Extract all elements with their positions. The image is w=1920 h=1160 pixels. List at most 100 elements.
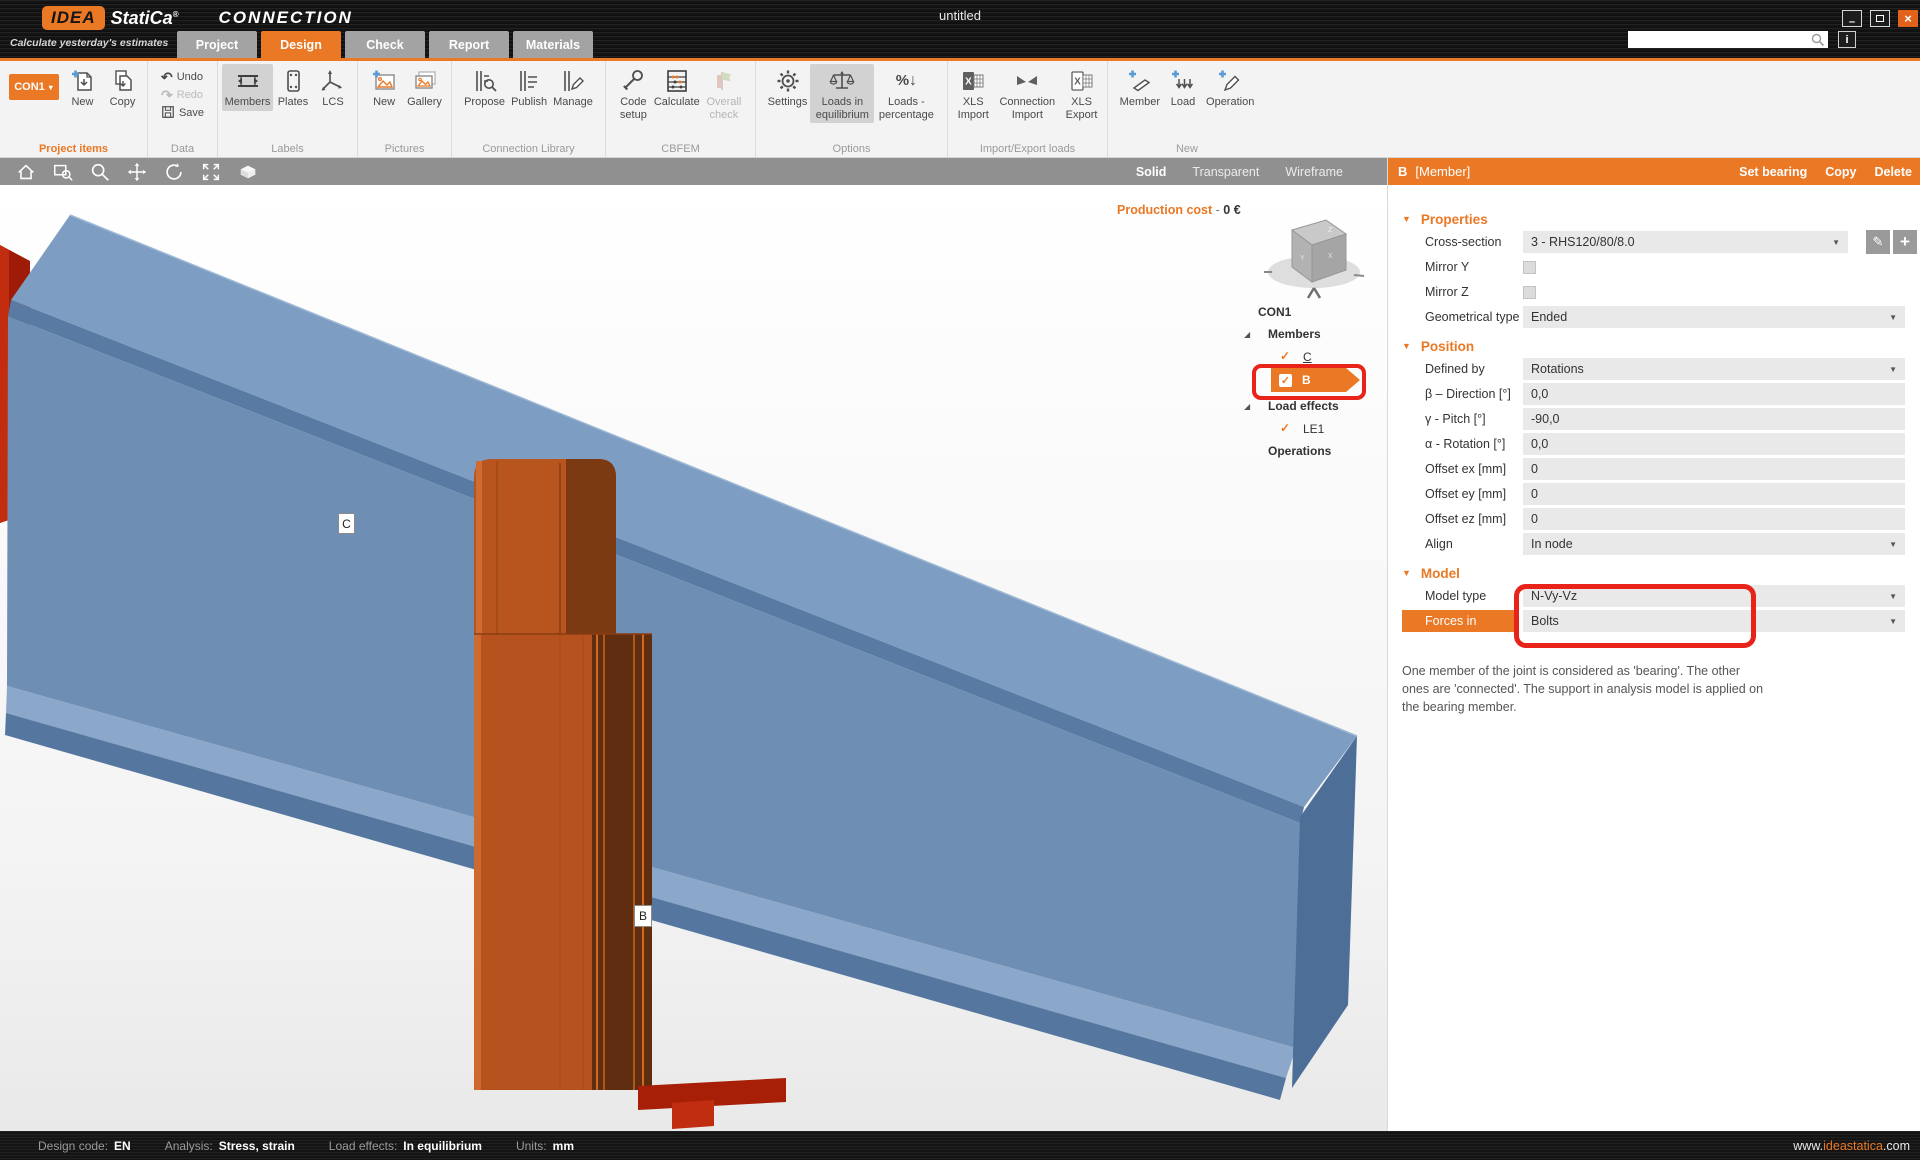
ribbon-group-labels: Members Plates LCS Labels <box>218 61 358 157</box>
home-view-icon[interactable] <box>14 161 38 183</box>
website-link[interactable]: www.ideastatica.com <box>1793 1139 1910 1153</box>
gallery-button[interactable]: Gallery <box>404 64 445 111</box>
solid-box-icon[interactable] <box>236 161 260 183</box>
cross-section-label: Cross-section <box>1425 235 1523 249</box>
cross-section-dropdown[interactable]: 3 - RHS120/80/8.0 ▼ <box>1523 231 1848 253</box>
tab-report[interactable]: Report <box>429 31 509 58</box>
loads-in-equilibrium-button[interactable]: Loads in equilibrium <box>810 64 874 123</box>
copy-project-item-button[interactable]: Copy <box>103 64 143 111</box>
tagline: Calculate yesterday's estimates <box>10 37 168 49</box>
scene-label-b[interactable]: B <box>634 905 652 927</box>
undo-button[interactable]: ↶ Undo <box>161 69 204 85</box>
plate-base[interactable] <box>638 1078 786 1129</box>
save-button[interactable]: Save <box>161 105 204 121</box>
tree-root-con1[interactable]: CON1 <box>1258 305 1291 319</box>
con1-dropdown[interactable]: CON1▾ <box>9 74 59 100</box>
publish-button[interactable]: Publish <box>508 64 550 111</box>
copy-member-button[interactable]: Copy <box>1825 165 1856 179</box>
checkbox-member-b[interactable]: ✓ <box>1279 374 1292 387</box>
beam-member-c[interactable] <box>5 215 1357 1100</box>
xls-export-button[interactable]: X XLS Export <box>1060 64 1103 123</box>
settings-button[interactable]: Settings <box>765 64 811 111</box>
new-picture-button[interactable]: New <box>364 64 404 111</box>
tab-project[interactable]: Project <box>177 31 257 58</box>
model-type-dropdown[interactable]: N-Vy-Vz ▼ <box>1523 585 1905 607</box>
edit-cross-section-button[interactable]: ✎ <box>1866 230 1890 254</box>
tree-member-c[interactable]: C <box>1303 350 1312 364</box>
section-model[interactable]: ▼ Model <box>1388 563 1920 583</box>
checkbox-member-c[interactable]: ✓ <box>1280 349 1290 363</box>
lcs-labels-button[interactable]: LCS <box>313 64 353 111</box>
propose-icon <box>470 66 500 96</box>
offset-ex-input[interactable]: 0 <box>1523 458 1905 480</box>
connection-import-button[interactable]: Connection Import <box>995 64 1061 123</box>
offset-ey-input[interactable]: 0 <box>1523 483 1905 505</box>
new-project-item-button[interactable]: New <box>63 64 103 111</box>
new-operation-button[interactable]: Operation <box>1203 64 1257 111</box>
zoom-fit-icon[interactable] <box>199 161 223 183</box>
redo-button[interactable]: ↷ Redo <box>161 87 204 103</box>
offset-ez-input[interactable]: 0 <box>1523 508 1905 530</box>
new-load-button[interactable]: Load <box>1163 64 1203 111</box>
forces-in-dropdown[interactable]: Bolts ▼ <box>1523 610 1905 632</box>
pan-icon[interactable] <box>125 161 149 183</box>
beta-direction-input[interactable]: 0,0 <box>1523 383 1905 405</box>
mirror-y-checkbox[interactable] <box>1523 261 1536 274</box>
pencil-icon: ✎ <box>1873 234 1884 250</box>
view-mode-transparent[interactable]: Transparent <box>1192 165 1259 179</box>
minimize-button[interactable]: – <box>1842 10 1862 27</box>
xls-import-button[interactable]: X XLS Import <box>952 64 995 123</box>
maximize-button[interactable] <box>1870 10 1890 27</box>
plates-labels-button[interactable]: Plates <box>273 64 313 111</box>
scene-label-c[interactable]: C <box>338 513 355 534</box>
tree-expand-load-effects-icon[interactable]: ◢ <box>1244 402 1250 411</box>
tree-le1[interactable]: LE1 <box>1303 422 1324 436</box>
zoom-icon[interactable] <box>88 161 112 183</box>
zoom-window-icon[interactable] <box>51 161 75 183</box>
model-type-label: Model type <box>1425 589 1523 603</box>
alpha-rotation-input[interactable]: 0,0 <box>1523 433 1905 455</box>
section-properties[interactable]: ▼ Properties <box>1388 209 1920 229</box>
view-cube[interactable]: Z Y X <box>1262 210 1366 302</box>
view-mode-wireframe[interactable]: Wireframe <box>1285 165 1343 179</box>
section-position[interactable]: ▼ Position <box>1388 336 1920 356</box>
loads-percentage-button[interactable]: %↓ Loads - percentage <box>874 64 938 123</box>
mirror-y-row: Mirror Y <box>1388 256 1920 278</box>
set-bearing-button[interactable]: Set bearing <box>1739 165 1807 179</box>
search-input[interactable] <box>1628 32 1811 47</box>
checkbox-le1[interactable]: ✓ <box>1280 421 1290 435</box>
tree-load-effects[interactable]: Load effects <box>1268 399 1339 413</box>
info-button[interactable]: i <box>1838 31 1856 48</box>
search-box[interactable] <box>1628 31 1828 48</box>
viewport-3d[interactable]: C B Production cost - 0 € Z <box>0 185 1387 1131</box>
overall-check-button[interactable]: Overall check <box>697 64 751 123</box>
code-setup-button[interactable]: Code setup <box>610 64 657 123</box>
xls-export-icon: X <box>1067 66 1097 96</box>
plus-icon: + <box>1900 232 1910 252</box>
defined-by-row: Defined by Rotations ▼ <box>1388 358 1920 380</box>
manage-button[interactable]: Manage <box>550 64 596 111</box>
members-labels-button[interactable]: Members <box>222 64 273 111</box>
tab-materials[interactable]: Materials <box>513 31 593 58</box>
tree-operations[interactable]: Operations <box>1268 444 1331 458</box>
rotate-icon[interactable] <box>162 161 186 183</box>
calculate-button[interactable]: Calculate <box>657 64 697 111</box>
bearing-note: One member of the joint is considered as… <box>1388 662 1920 716</box>
new-member-button[interactable]: Member <box>1117 64 1163 111</box>
propose-button[interactable]: Propose <box>461 64 508 111</box>
delete-member-button[interactable]: Delete <box>1874 165 1912 179</box>
tab-design[interactable]: Design <box>261 31 341 58</box>
tree-member-b-selected[interactable]: ✓ B <box>1268 368 1360 392</box>
add-cross-section-button[interactable]: + <box>1893 230 1917 254</box>
geometrical-type-dropdown[interactable]: Ended ▼ <box>1523 306 1905 328</box>
tab-check[interactable]: Check <box>345 31 425 58</box>
mirror-z-checkbox[interactable] <box>1523 286 1536 299</box>
tree-members[interactable]: Members <box>1268 327 1321 341</box>
defined-by-dropdown[interactable]: Rotations ▼ <box>1523 358 1905 380</box>
forces-in-row: Forces in Bolts ▼ <box>1388 610 1920 632</box>
tree-expand-members-icon[interactable]: ◢ <box>1244 330 1250 339</box>
align-dropdown[interactable]: In node ▼ <box>1523 533 1905 555</box>
close-button[interactable]: × <box>1898 10 1918 27</box>
gamma-pitch-input[interactable]: -90,0 <box>1523 408 1905 430</box>
view-mode-solid[interactable]: Solid <box>1136 165 1167 179</box>
